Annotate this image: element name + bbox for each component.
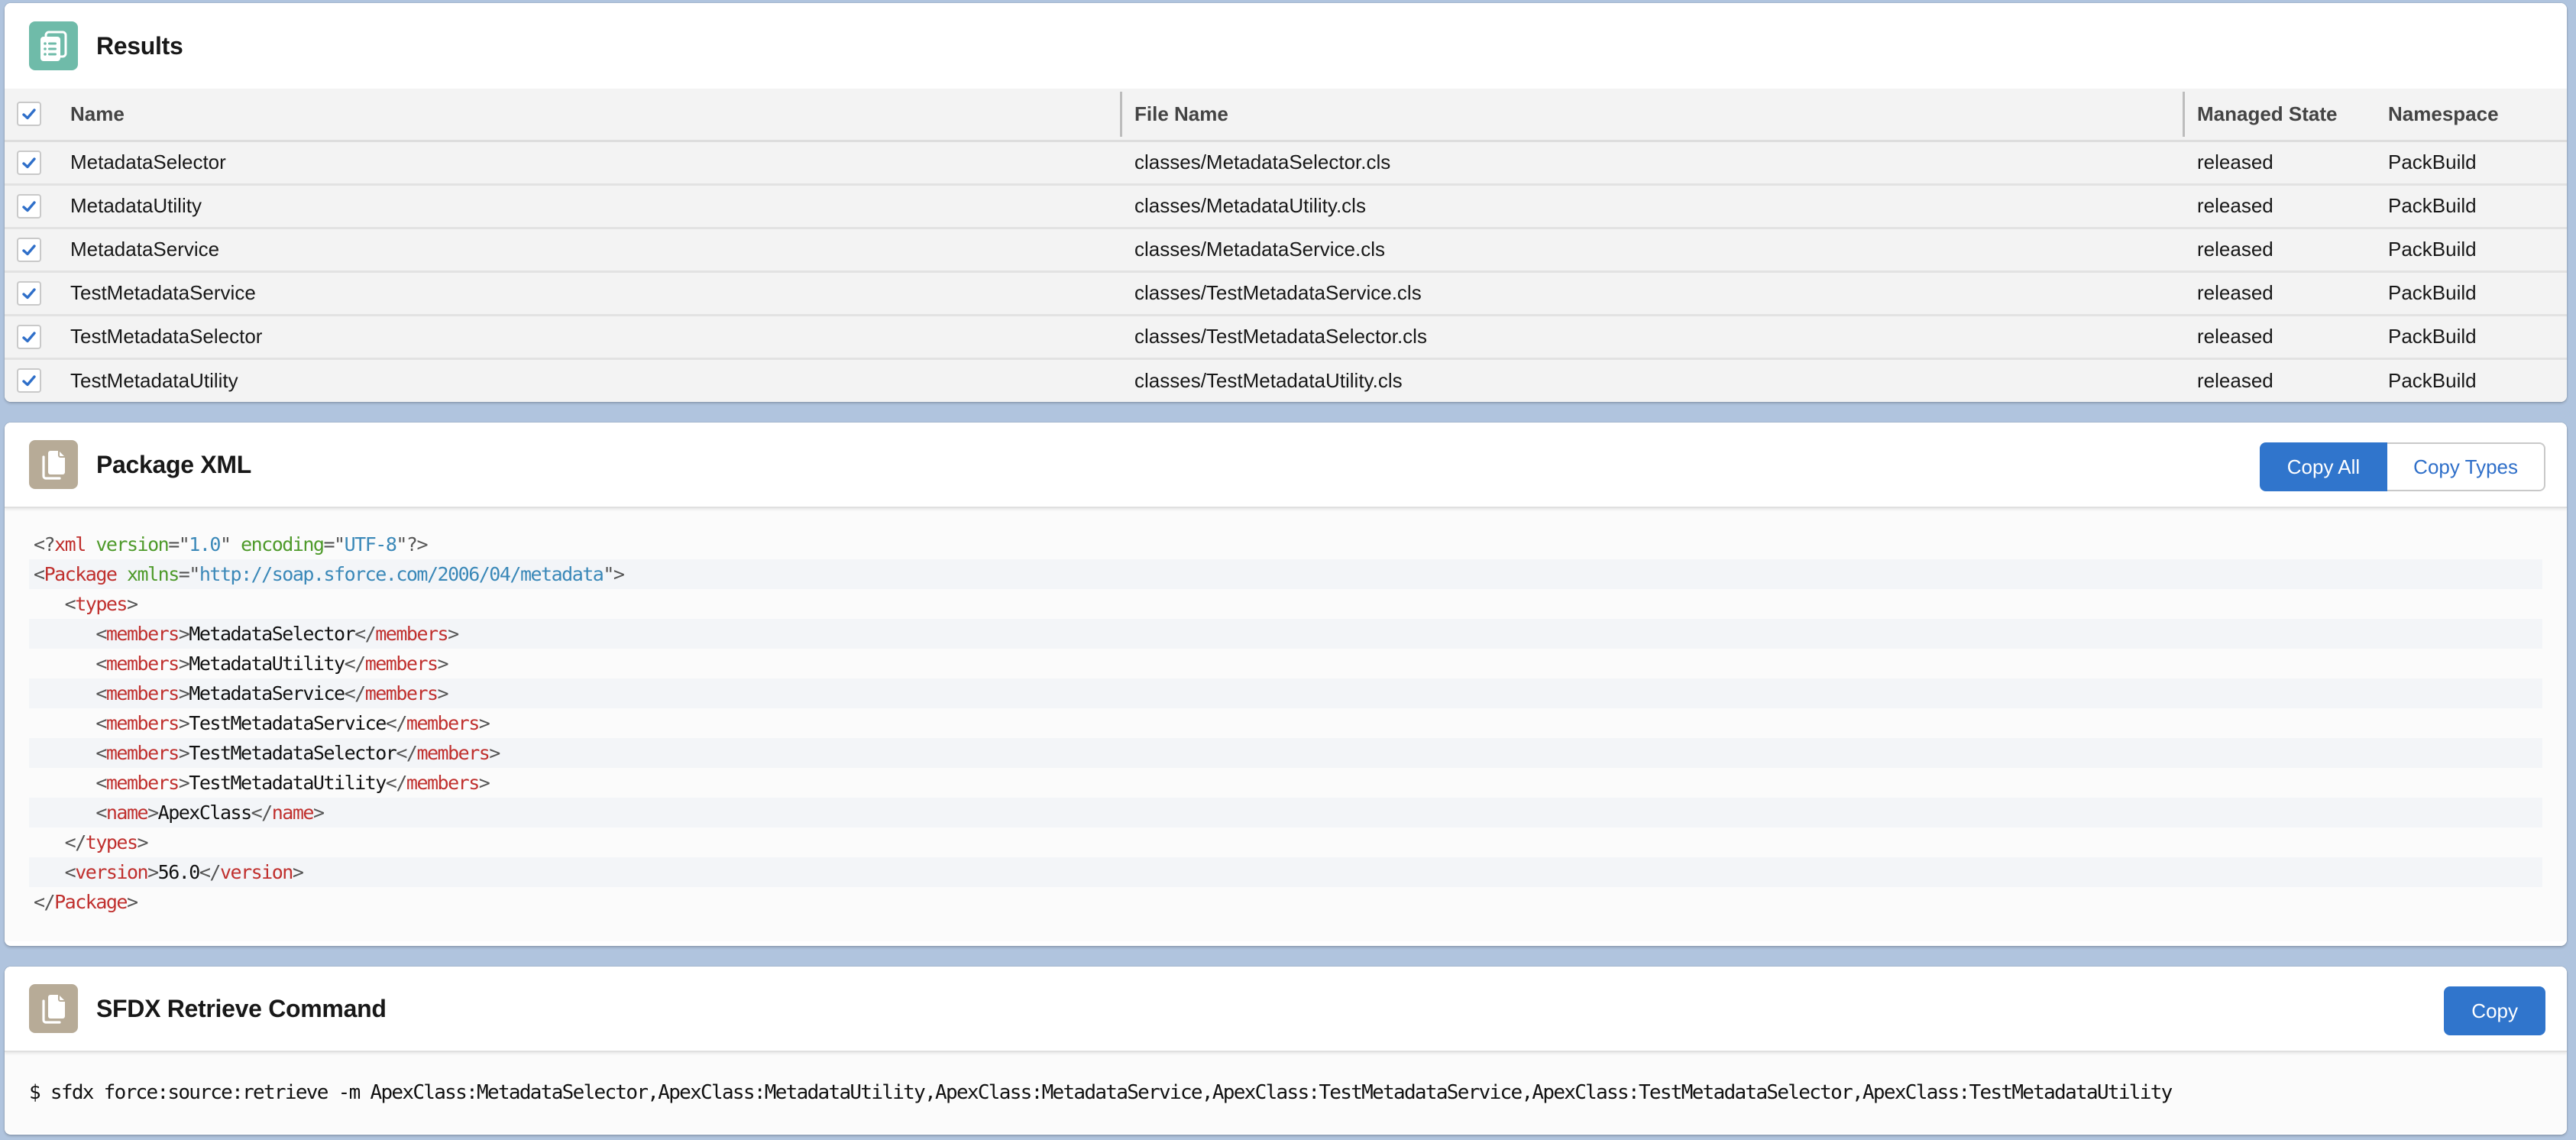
- sfdx-command-text[interactable]: $ sfdx force:source:retrieve -m ApexClas…: [29, 1081, 2173, 1104]
- cell-namespace: PackBuild: [2376, 184, 2567, 229]
- cell-name: MetadataUtility: [58, 184, 1122, 229]
- cell-name: MetadataService: [58, 228, 1122, 273]
- package-xml-header: Package XML Copy All Copy Types: [5, 423, 2567, 508]
- check-icon: [22, 157, 36, 168]
- list-records-icon: [29, 21, 78, 70]
- table-row[interactable]: MetadataService classes/MetadataService.…: [5, 228, 2567, 273]
- row-select-cell: [5, 184, 58, 229]
- table-row[interactable]: MetadataUtility classes/MetadataUtility.…: [5, 184, 2567, 229]
- cell-managed-state: released: [2185, 184, 2376, 229]
- cell-managed-state: released: [2185, 141, 2376, 186]
- check-icon: [22, 108, 36, 120]
- cell-namespace: PackBuild: [2376, 141, 2567, 186]
- cell-managed-state: released: [2185, 315, 2376, 360]
- row-checkbox[interactable]: [17, 150, 41, 175]
- cell-name: TestMetadataService: [58, 271, 1122, 316]
- table-row[interactable]: TestMetadataSelector classes/TestMetadat…: [5, 315, 2567, 360]
- row-select-cell: [5, 271, 58, 316]
- xml-members-line: <members>TestMetadataSelector</members>: [29, 738, 2542, 768]
- select-all-checkbox[interactable]: [17, 102, 41, 127]
- table-header-row: Name File Name Managed State Namespace: [5, 89, 2567, 142]
- column-header-file-name[interactable]: File Name: [1122, 89, 2185, 142]
- cell-file-name: classes/MetadataUtility.cls: [1122, 184, 2185, 229]
- sfdx-header: SFDX Retrieve Command Copy: [5, 967, 2567, 1052]
- results-table: Name File Name Managed State Namespace M…: [5, 89, 2567, 402]
- row-checkbox[interactable]: [17, 368, 41, 393]
- file-copy-icon: [29, 440, 78, 489]
- sfdx-title: SFDX Retrieve Command: [96, 994, 387, 1022]
- cell-namespace: PackBuild: [2376, 228, 2567, 273]
- xml-members-line: <members>TestMetadataService</members>: [95, 712, 490, 734]
- column-header-name[interactable]: Name: [58, 89, 1122, 142]
- cell-namespace: PackBuild: [2376, 315, 2567, 360]
- results-card: Results Name File Name Managed State Nam…: [5, 3, 2567, 402]
- xml-members-line: <members>MetadataUtility</members>: [95, 653, 448, 675]
- check-icon: [22, 200, 36, 212]
- check-icon: [22, 287, 36, 299]
- xml-members-line: <members>TestMetadataUtility</members>: [95, 772, 490, 794]
- cell-file-name: classes/MetadataSelector.cls: [1122, 141, 2185, 186]
- row-checkbox[interactable]: [17, 237, 41, 262]
- cell-file-name: classes/MetadataService.cls: [1122, 228, 2185, 273]
- xml-package-close-line: </Package>: [34, 891, 138, 913]
- table-row[interactable]: TestMetadataService classes/TestMetadata…: [5, 271, 2567, 316]
- check-icon: [22, 331, 36, 342]
- cell-managed-state: released: [2185, 271, 2376, 316]
- row-checkbox[interactable]: [17, 280, 41, 306]
- cell-file-name: classes/TestMetadataUtility.cls: [1134, 368, 1403, 392]
- copy-types-button[interactable]: Copy Types: [2387, 442, 2545, 491]
- table-row[interactable]: MetadataSelector classes/MetadataSelecto…: [5, 141, 2567, 186]
- cell-name: TestMetadataSelector: [58, 315, 1122, 360]
- table-row[interactable]: TestMetadataUtility classes/TestMetadata…: [5, 358, 2567, 402]
- xml-declaration-line: <?xml version="1.0" encoding="UTF-8"?>: [34, 533, 429, 555]
- copy-all-button[interactable]: Copy All: [2259, 442, 2388, 491]
- file-copy-icon: [29, 984, 78, 1033]
- sfdx-button-group: Copy: [2444, 986, 2545, 1035]
- xml-package-open-line: <Package xmlns="http://soap.sforce.com/2…: [29, 559, 2542, 589]
- sfdx-command-card: SFDX Retrieve Command Copy $ sfdx force:…: [5, 967, 2567, 1135]
- cell-file-name: classes/TestMetadataService.cls: [1122, 271, 2185, 316]
- check-icon: [22, 244, 36, 255]
- package-xml-code: <?xml version="1.0" encoding="UTF-8"?> <…: [5, 508, 2567, 941]
- cell-name: TestMetadataUtility: [70, 368, 238, 392]
- copy-command-button[interactable]: Copy: [2444, 986, 2545, 1035]
- row-checkbox[interactable]: [17, 193, 41, 219]
- sfdx-command-area: $ sfdx force:source:retrieve -m ApexClas…: [5, 1052, 2567, 1133]
- row-select-cell: [5, 358, 58, 402]
- column-header-namespace[interactable]: Namespace: [2376, 89, 2567, 142]
- xml-members-line: <members>MetadataSelector</members>: [29, 619, 2542, 649]
- cell-namespace: PackBuild: [2376, 271, 2567, 316]
- select-all-cell: [5, 89, 58, 142]
- row-select-cell: [5, 228, 58, 273]
- xml-types-open-line: <types>: [64, 593, 138, 615]
- xml-name-line: <name>ApexClass</name>: [29, 798, 2542, 827]
- check-icon: [22, 375, 36, 387]
- cell-name: MetadataSelector: [58, 141, 1122, 186]
- copy-button-group: Copy All Copy Types: [2259, 442, 2545, 491]
- package-xml-title: Package XML: [96, 450, 252, 478]
- results-header: Results: [5, 3, 2567, 89]
- row-select-cell: [5, 141, 58, 186]
- cell-managed-state: released: [2197, 368, 2273, 392]
- xml-types-close-line: </types>: [64, 831, 149, 853]
- package-xml-card: Package XML Copy All Copy Types <?xml ve…: [5, 423, 2567, 946]
- xml-version-line: <version>56.0</version>: [29, 857, 2542, 887]
- xml-members-line: <members>MetadataService</members>: [29, 678, 2542, 708]
- results-title: Results: [96, 31, 183, 60]
- row-checkbox[interactable]: [17, 324, 41, 349]
- row-select-cell: [5, 315, 58, 360]
- cell-managed-state: released: [2185, 228, 2376, 273]
- cell-namespace: PackBuild: [2388, 368, 2477, 392]
- column-header-managed-state[interactable]: Managed State: [2185, 89, 2376, 142]
- cell-file-name: classes/TestMetadataSelector.cls: [1122, 315, 2185, 360]
